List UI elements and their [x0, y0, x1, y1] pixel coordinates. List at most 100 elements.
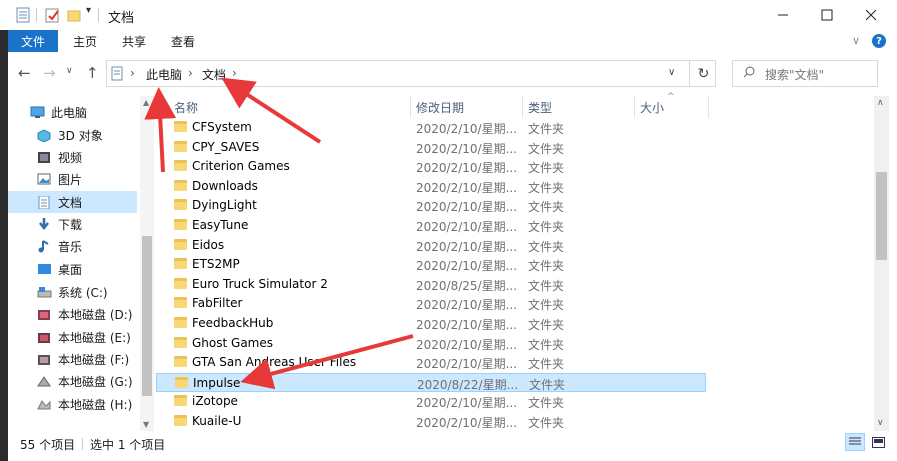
folder-icon: [174, 179, 187, 191]
column-header-type[interactable]: 类型: [528, 99, 552, 116]
sidebar-item-drive-c[interactable]: 系统 (C:): [37, 281, 108, 303]
file-name: DyingLight: [192, 198, 257, 213]
sidebar-item-videos[interactable]: 视频: [37, 146, 82, 168]
close-icon[interactable]: [848, 0, 894, 30]
file-row[interactable]: GTA San Andreas User Files 2020/2/10/星期..…: [156, 353, 706, 372]
refresh-icon[interactable]: ↻: [689, 60, 717, 87]
column-header-size[interactable]: 大小: [640, 99, 664, 116]
sidebar-item-3d-objects[interactable]: 3D 对象: [37, 124, 103, 146]
file-name: CFSystem: [192, 120, 252, 134]
collapse-ribbon-icon[interactable]: ∨: [852, 34, 860, 47]
tab-file[interactable]: 文件: [8, 30, 58, 52]
sidebar-item-music[interactable]: 音乐: [37, 235, 82, 257]
file-type: 文件夹: [528, 416, 565, 430]
scroll-up-icon[interactable]: ∧: [877, 98, 884, 108]
sidebar-item-documents[interactable]: 文档: [37, 191, 82, 213]
maximize-icon[interactable]: [804, 0, 850, 30]
column-divider[interactable]: [634, 96, 635, 118]
file-row[interactable]: iZotope 2020/2/10/星期... 文件夹: [156, 392, 706, 411]
file-row[interactable]: Downloads 2020/2/10/星期... 文件夹: [156, 177, 706, 196]
search-icon: [743, 66, 755, 81]
file-type: 文件夹: [528, 239, 565, 254]
file-type: 文件夹: [528, 220, 565, 234]
file-row[interactable]: Criterion Games 2020/2/10/星期... 文件夹: [156, 157, 706, 176]
file-row[interactable]: Eidos 2020/2/10/星期... 文件夹: [156, 236, 706, 255]
details-view-icon[interactable]: [845, 433, 865, 451]
pc-location-icon: [111, 66, 123, 84]
file-name: FeedbackHub: [192, 316, 274, 330]
address-bar[interactable]: [106, 60, 716, 87]
file-row[interactable]: CPY_SAVES 2020/2/10/星期... 文件夹: [156, 138, 706, 157]
folder-icon: [174, 317, 187, 328]
file-row[interactable]: DyingLight 2020/2/10/星期... 文件夹: [156, 196, 706, 215]
tab-share[interactable]: 共享: [122, 33, 146, 50]
column-divider[interactable]: [410, 96, 411, 118]
file-type: 文件夹: [528, 180, 565, 195]
file-type: 文件夹: [528, 200, 565, 215]
sidebar-item-this-pc[interactable]: 此电脑: [30, 101, 87, 123]
sidebar-item-drive-f[interactable]: 本地磁盘 (F:): [37, 348, 129, 370]
up-icon[interactable]: ↑: [86, 64, 99, 82]
tab-view[interactable]: 查看: [171, 33, 195, 50]
sidebar-item-downloads[interactable]: 下载: [37, 213, 82, 235]
help-icon[interactable]: ?: [872, 34, 886, 48]
sidebar-scroll-down-icon[interactable]: ▼: [143, 420, 149, 429]
sidebar-item-desktop[interactable]: 桌面: [37, 258, 82, 280]
breadcrumb-separator-icon: ›: [188, 66, 193, 80]
new-folder-icon[interactable]: [67, 7, 81, 23]
properties-check-icon[interactable]: [45, 7, 59, 23]
file-row[interactable]: CFSystem 2020/2/10/星期... 文件夹: [156, 118, 706, 137]
title-divider-2: [98, 8, 99, 22]
file-list-scroll-thumb[interactable]: [876, 172, 887, 260]
folder-icon: [174, 356, 187, 368]
tab-home[interactable]: 主页: [73, 33, 97, 50]
customize-quick-access-icon[interactable]: ▾: [86, 5, 91, 16]
column-divider[interactable]: [708, 96, 709, 118]
sidebar-scroll-thumb[interactable]: [142, 236, 152, 396]
file-row[interactable]: FabFilter 2020/2/10/星期... 文件夹: [156, 294, 706, 313]
file-type: 文件夹: [528, 337, 565, 352]
column-divider[interactable]: [522, 96, 523, 118]
file-row[interactable]: EasyTune 2020/2/10/星期... 文件夹: [156, 216, 706, 235]
sidebar-item-pictures[interactable]: 图片: [37, 168, 82, 190]
scroll-down-icon[interactable]: ∨: [877, 418, 884, 428]
minimize-icon[interactable]: [760, 0, 806, 30]
quick-access-doc-icon[interactable]: [16, 7, 30, 23]
sidebar-scroll-up-icon[interactable]: ▲: [143, 98, 149, 107]
file-row[interactable]: ETS2MP 2020/2/10/星期... 文件夹: [156, 255, 706, 274]
file-row[interactable]: FeedbackHub 2020/2/10/星期... 文件夹: [156, 314, 706, 333]
breadcrumb-documents[interactable]: 文档: [202, 66, 226, 83]
file-date: 2020/2/10/星期...: [416, 318, 518, 332]
forward-icon[interactable]: →: [43, 64, 56, 82]
sidebar-item-drive-e[interactable]: 本地磁盘 (E:): [37, 326, 131, 348]
recent-locations-icon[interactable]: ∨: [66, 66, 73, 76]
folder-icon: [174, 258, 187, 270]
file-date: 2020/2/10/星期...: [416, 337, 518, 352]
column-header-date[interactable]: 修改日期: [416, 99, 464, 116]
file-row[interactable]: Kuaile-U 2020/2/10/星期... 文件夹: [156, 412, 706, 431]
file-date: 2020/8/22/星期...: [417, 377, 519, 392]
address-dropdown-icon[interactable]: ∨: [668, 67, 675, 78]
folder-icon: [174, 160, 187, 172]
folder-icon: [174, 121, 187, 132]
large-icons-view-icon[interactable]: [868, 433, 888, 451]
file-name: Eidos: [192, 237, 225, 252]
file-name: Criterion Games: [192, 159, 290, 174]
file-row[interactable]: Euro Truck Simulator 2 2020/8/25/星期... 文件夹: [156, 275, 706, 294]
drive-icon: [37, 308, 52, 321]
sidebar-item-drive-h[interactable]: 本地磁盘 (H:): [37, 393, 132, 415]
folder-icon: [174, 140, 187, 152]
file-date: 2020/2/10/星期...: [416, 259, 518, 274]
file-row[interactable]: Ghost Games 2020/2/10/星期... 文件夹: [156, 334, 706, 353]
column-header-name[interactable]: 名称: [174, 99, 198, 116]
sidebar-item-drive-g[interactable]: 本地磁盘 (G:): [37, 370, 133, 392]
file-list-scrollbar[interactable]: [874, 96, 889, 431]
file-date: 2020/2/10/星期...: [416, 161, 518, 176]
file-name: Impulse: [193, 375, 241, 390]
file-row[interactable]: Impulse 2020/8/22/星期... 文件夹: [156, 372, 706, 392]
back-icon[interactable]: ←: [18, 64, 31, 82]
sidebar-item-drive-d[interactable]: 本地磁盘 (D:): [37, 303, 132, 325]
search-input[interactable]: 搜索"文档": [732, 60, 878, 87]
folder-icon: [174, 297, 187, 309]
breadcrumb-this-pc[interactable]: 此电脑: [146, 66, 182, 83]
